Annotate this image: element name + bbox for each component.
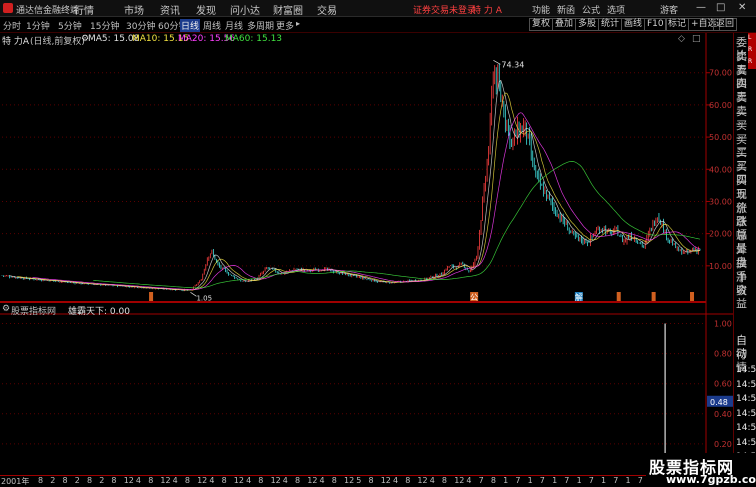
- axis-month-label: 4: [246, 476, 252, 485]
- y-tick-label: 20.00: [709, 230, 732, 239]
- y-tick-label: 70.00: [709, 69, 732, 78]
- sub-y-tick-label: 0.60: [714, 380, 732, 389]
- axis-month-label: 12: [380, 476, 391, 485]
- strip-letter-r1: R: [748, 46, 753, 53]
- axis-month-label: 8: [87, 476, 93, 485]
- axis-month-label: 7: [637, 476, 643, 485]
- main-panel-header: 特 力A (日线,前复权) ⚙ MA5: 15.08 MA10: 15.15 M…: [0, 33, 706, 47]
- tick-time: 14:50: [736, 408, 756, 419]
- ma-line: [9, 79, 701, 291]
- axis-month-label: 8: [258, 476, 264, 485]
- axis-month-label: 12: [160, 476, 171, 485]
- axis-month-label: 4: [172, 476, 178, 485]
- watermark: 股票指标网 www.7gpzb.com: [646, 453, 756, 487]
- y-tick-label: 30.00: [709, 197, 732, 206]
- sub-y-tick-label: 0.40: [714, 410, 732, 419]
- tick-time: 14:50: [736, 379, 756, 390]
- sub-y-tick-label: 1.00: [714, 320, 732, 329]
- axis-month-label: 1: [601, 476, 607, 485]
- quote-side-panel: 委比 卖五 卖四 卖三 卖二 卖一 买一 买二 买三 买四 买五 现价 涨跌 涨幅 总量 外盘 换手 净资 收益 自动…: [733, 33, 756, 477]
- y-tick-label: 10.00: [709, 262, 732, 271]
- axis-month-label: 8: [368, 476, 374, 485]
- formula-label: 雄霸天下: 0.00: [68, 307, 130, 317]
- expand-icon[interactable]: ◇: [678, 34, 685, 44]
- event-marker[interactable]: [149, 292, 154, 301]
- axis-month-label: 4: [135, 476, 141, 485]
- strip-letter-l: L: [748, 34, 752, 41]
- sub-y-tick-label: 0.80: [714, 350, 732, 359]
- ma-line: [93, 161, 701, 289]
- axis-start-label: 2001年: [1, 477, 30, 486]
- axis-month-label: 8: [148, 476, 154, 485]
- axis-month-label: 8: [184, 476, 190, 485]
- axis-month-label: 4: [393, 476, 399, 485]
- panel-separator[interactable]: [0, 301, 706, 303]
- axis-month-label: 8: [490, 476, 496, 485]
- tick-time: 14:50: [736, 365, 756, 375]
- axis-month-label: 7: [613, 476, 619, 485]
- axis-month-label: 1: [503, 476, 509, 485]
- y-tick-label: 50.00: [709, 133, 732, 142]
- axis-month-label: 1: [576, 476, 582, 485]
- axis-month-label: 2: [99, 476, 105, 485]
- side-scroll-strip[interactable]: L R R: [748, 33, 756, 69]
- stock-label: 特 力A: [2, 37, 30, 47]
- axis-month-label: 1: [552, 476, 558, 485]
- axis-month-label: 12: [417, 476, 428, 485]
- axis-month-label: 8: [62, 476, 68, 485]
- tick-time: 14:50: [736, 423, 756, 433]
- tick-time: 14:50: [736, 437, 756, 448]
- axis-month-label: 7: [515, 476, 521, 485]
- axis-month-label: 12: [197, 476, 208, 485]
- axis-month-label: 12: [307, 476, 318, 485]
- sub-y-tick-label: 0.20: [714, 440, 732, 449]
- axis-month-label: 2: [74, 476, 80, 485]
- panel-close-icon[interactable]: □: [692, 34, 701, 44]
- watermark-url: www.7gpzb.com: [666, 473, 756, 486]
- kline-chart[interactable]: 70.00 60.00 50.00 40.00 30.00 20.00 10.00 1.00 0…: [0, 0, 756, 487]
- axis-month-label: 12: [123, 476, 134, 485]
- y-tick-label: 60.00: [709, 101, 732, 110]
- axis-month-label: 8: [331, 476, 337, 485]
- axis-month-label: 8: [441, 476, 447, 485]
- y-tick-label: 40.00: [709, 165, 732, 174]
- axis-month-label: 7: [539, 476, 545, 485]
- event-marker[interactable]: [616, 292, 621, 301]
- axis-month-label: 12: [233, 476, 244, 485]
- axis-month-label: 1: [527, 476, 533, 485]
- axis-month-label: 12: [454, 476, 465, 485]
- ma60-label: MA60: 15.13: [225, 34, 283, 44]
- axis-month-label: 8: [38, 476, 44, 485]
- axis-month-label: 4: [429, 476, 435, 485]
- axis-month-label: 7: [564, 476, 570, 485]
- axis-month-label: 8: [405, 476, 411, 485]
- tick-time: 14:50: [736, 394, 756, 404]
- axis-month-label: 12: [270, 476, 281, 485]
- event-marker[interactable]: [651, 292, 656, 301]
- axis-month-label: 2: [50, 476, 56, 485]
- high-label: 74.34: [501, 60, 524, 69]
- indicator-icon[interactable]: ⚙: [2, 304, 10, 314]
- axis-month-label: 8: [111, 476, 117, 485]
- axis-month-label: 4: [282, 476, 288, 485]
- axis-month-label: 4: [466, 476, 472, 485]
- axis-month-label: 8: [221, 476, 227, 485]
- mode-label: (日线,前复权): [30, 37, 85, 47]
- strip-letter-r2: R: [748, 58, 753, 65]
- event-marker[interactable]: [690, 292, 695, 301]
- ma-line: [17, 92, 701, 291]
- axis-month-label: 12: [344, 476, 355, 485]
- axis-month-label: 8: [295, 476, 301, 485]
- axis-month-label: 4: [209, 476, 215, 485]
- axis-month-label: 7: [478, 476, 484, 485]
- quote-label: 收益: [736, 284, 747, 311]
- axis-month-label: 1: [625, 476, 631, 485]
- indicator-name[interactable]: 股票指标网: [11, 304, 56, 317]
- axis-month-label: 4: [319, 476, 325, 485]
- axis-month-label: 5: [356, 476, 362, 485]
- axis-month-label: 7: [588, 476, 594, 485]
- current-value-label: 0.48: [710, 398, 728, 407]
